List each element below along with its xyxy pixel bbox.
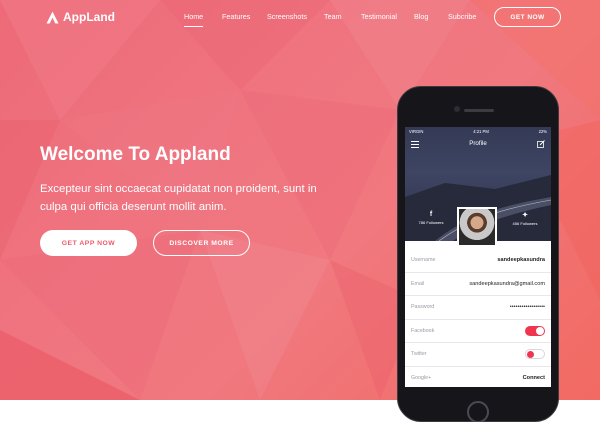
facebook-stat: f 786 Followers bbox=[411, 211, 451, 225]
profile-fields: Username sandeepkasundra Email sandeepka… bbox=[405, 249, 551, 387]
email-value: sandeepkasundra@gmail.com bbox=[469, 280, 545, 287]
password-row[interactable]: Password •••••••••••••••••• bbox=[405, 296, 551, 320]
twitter-row: Twitter bbox=[405, 343, 551, 367]
profile-title: Profile bbox=[469, 140, 487, 147]
get-app-now-button[interactable]: GET APP NOW bbox=[40, 230, 137, 256]
nav-item-home[interactable]: Home bbox=[184, 12, 204, 27]
google-connect-link[interactable]: Connect bbox=[523, 375, 545, 381]
nav-item-features[interactable]: Features bbox=[222, 12, 250, 21]
nav-item-screenshots[interactable]: Screenshots bbox=[267, 12, 307, 21]
twitter-followers: 456 Followers bbox=[512, 221, 538, 226]
facebook-followers: 786 Followers bbox=[418, 220, 444, 225]
battery-label: 22% bbox=[538, 128, 547, 134]
facebook-row: Facebook bbox=[405, 320, 551, 343]
username-label: Username bbox=[411, 257, 436, 264]
get-now-button[interactable]: GET NOW bbox=[494, 7, 561, 27]
password-value: •••••••••••••••••• bbox=[509, 304, 545, 311]
avatar bbox=[457, 207, 497, 247]
username-value: sandeepkasundra bbox=[497, 257, 545, 264]
carrier-label: VIRGIN bbox=[409, 128, 424, 134]
phone-speaker bbox=[464, 109, 494, 112]
google-row: Google+ Connect bbox=[405, 367, 551, 388]
twitter-stat: ✦ 456 Followers bbox=[505, 211, 545, 226]
twitter-toggle[interactable] bbox=[525, 349, 545, 360]
facebook-toggle[interactable] bbox=[525, 325, 545, 336]
username-row[interactable]: Username sandeepkasundra bbox=[405, 249, 551, 273]
facebook-label: Facebook bbox=[411, 327, 435, 334]
google-label: Google+ bbox=[411, 374, 432, 381]
time-label: 4:21 PM bbox=[473, 128, 489, 134]
password-label: Password bbox=[411, 304, 435, 311]
discover-more-button[interactable]: DISCOVER MORE bbox=[153, 230, 250, 256]
edit-icon[interactable] bbox=[537, 140, 545, 148]
top-navbar: AppLand Home Features Screenshots Team T… bbox=[0, 0, 600, 34]
nav-item-subcribe[interactable]: Subcribe bbox=[448, 12, 476, 21]
status-bar: VIRGIN 4:21 PM 22% bbox=[405, 127, 551, 135]
nav-item-testimonial[interactable]: Testimonial bbox=[361, 12, 397, 21]
facebook-icon: f bbox=[429, 211, 433, 218]
phone-camera bbox=[454, 106, 460, 112]
phone-screen: VIRGIN 4:21 PM 22% Profile f 786 Followe… bbox=[405, 127, 551, 387]
email-label: Email bbox=[411, 280, 425, 287]
phone-home-button bbox=[467, 401, 489, 422]
hero-title: Welcome To Appland bbox=[40, 144, 231, 165]
profile-header: Profile bbox=[405, 137, 551, 153]
twitter-label: Twitter bbox=[411, 351, 427, 358]
email-row[interactable]: Email sandeepkasundra@gmail.com bbox=[405, 273, 551, 296]
twitter-icon: ✦ bbox=[522, 212, 528, 219]
nav-item-team[interactable]: Team bbox=[324, 12, 342, 21]
hero-description: Excepteur sint occaecat cupidatat non pr… bbox=[40, 183, 317, 213]
phone-mockup: VIRGIN 4:21 PM 22% Profile f 786 Followe… bbox=[397, 86, 559, 422]
nav-item-blog[interactable]: Blog bbox=[414, 12, 428, 21]
